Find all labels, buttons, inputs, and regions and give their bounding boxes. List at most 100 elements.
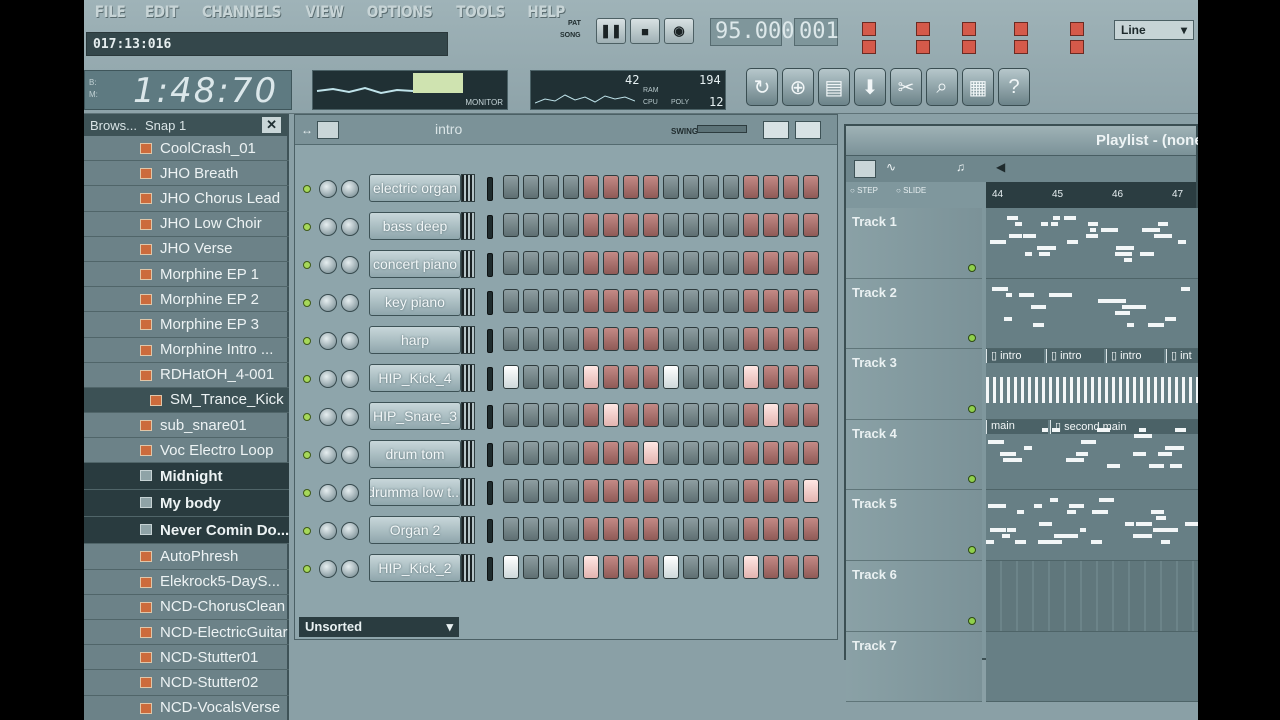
step-button[interactable] <box>763 213 779 237</box>
step-button[interactable] <box>683 213 699 237</box>
channel-mute-led[interactable] <box>303 337 311 345</box>
step-button[interactable] <box>663 441 679 465</box>
step-button[interactable] <box>663 289 679 313</box>
browser-folder[interactable]: My body <box>84 490 289 518</box>
step-button[interactable] <box>803 327 819 351</box>
menu-tools[interactable]: TOOLS <box>453 2 509 26</box>
step-button-on[interactable] <box>743 365 759 389</box>
step-button[interactable] <box>783 327 799 351</box>
step-button[interactable] <box>643 289 659 313</box>
step-button[interactable] <box>643 403 659 427</box>
channel-mute-led[interactable] <box>303 375 311 383</box>
browser-file[interactable]: AutoPhresh <box>84 544 289 570</box>
step-button[interactable] <box>543 175 559 199</box>
step-button[interactable] <box>543 251 559 275</box>
step-button[interactable] <box>783 479 799 503</box>
pattern-mode-button[interactable] <box>854 160 876 178</box>
pan-knob[interactable] <box>319 370 337 388</box>
step-button[interactable] <box>723 441 739 465</box>
pattern-clip[interactable]: ▯ intro <box>1046 349 1104 364</box>
channel-button[interactable]: drum tom <box>369 440 461 468</box>
step-button[interactable] <box>563 555 579 579</box>
step-button[interactable] <box>583 403 599 427</box>
graph-editor-toggle[interactable] <box>317 121 339 139</box>
step-button[interactable] <box>703 403 719 427</box>
step-button[interactable] <box>703 175 719 199</box>
browser-file[interactable]: Morphine EP 3 <box>84 312 289 338</box>
step-button-on[interactable] <box>503 555 519 579</box>
volume-knob[interactable] <box>341 446 359 464</box>
step-button[interactable] <box>583 289 599 313</box>
step-button[interactable] <box>723 555 739 579</box>
step-button[interactable] <box>803 175 819 199</box>
track-enable-led[interactable] <box>968 616 976 625</box>
undo-button[interactable]: ↻ <box>746 68 778 106</box>
arrow-left-icon[interactable]: ◀ <box>996 160 1005 174</box>
step-button[interactable] <box>783 517 799 541</box>
browser-file[interactable]: JHO Verse <box>84 237 289 262</box>
volume-knob[interactable] <box>341 256 359 274</box>
volume-knob[interactable] <box>341 484 359 502</box>
step-button[interactable] <box>643 327 659 351</box>
step-button[interactable] <box>763 479 779 503</box>
browser-file[interactable]: Morphine EP 2 <box>84 287 289 313</box>
browser-file[interactable]: CoolCrash_01 <box>84 136 289 162</box>
browser-file[interactable]: NCD-ElectricGuitar <box>84 620 289 646</box>
step-button[interactable] <box>603 365 619 389</box>
step-button[interactable] <box>543 517 559 541</box>
step-button[interactable] <box>623 175 639 199</box>
step-button[interactable] <box>763 251 779 275</box>
step-button[interactable] <box>663 517 679 541</box>
browser-file[interactable]: NCD-Stutter01 <box>84 645 289 671</box>
step-button[interactable] <box>583 517 599 541</box>
close-icon[interactable]: ✕ <box>262 117 281 133</box>
loop-record-toggle[interactable] <box>1014 40 1028 54</box>
resize-icon[interactable]: ↔ <box>301 123 313 137</box>
step-button[interactable] <box>603 251 619 275</box>
step-button[interactable] <box>683 441 699 465</box>
channel-select-indicator[interactable] <box>487 367 493 391</box>
pan-knob[interactable] <box>319 256 337 274</box>
track-lane[interactable]: ▯ intro ▯ intro ▯ intro ▯ int <box>986 349 1198 420</box>
swing-slider[interactable] <box>697 125 747 133</box>
channel-select-indicator[interactable] <box>487 329 493 353</box>
step-button[interactable] <box>743 213 759 237</box>
step-edit-toggle[interactable] <box>916 40 930 54</box>
blend-notes-toggle[interactable] <box>1014 22 1028 36</box>
step-button[interactable] <box>643 251 659 275</box>
step-button-on[interactable] <box>583 555 599 579</box>
pan-knob[interactable] <box>319 446 337 464</box>
step-button[interactable] <box>663 251 679 275</box>
channel-select-indicator[interactable] <box>487 405 493 429</box>
browser-title[interactable]: Brows... <box>90 118 137 133</box>
step-button[interactable] <box>663 175 679 199</box>
step-button[interactable] <box>723 175 739 199</box>
channel-button[interactable]: harp <box>369 326 461 354</box>
step-button[interactable] <box>743 441 759 465</box>
track-lane[interactable]: main ▯ second main <box>986 419 1198 491</box>
browser-file[interactable]: sub_snare01 <box>84 413 289 439</box>
browser-file[interactable]: Morphine EP 1 <box>84 262 289 288</box>
step-button[interactable] <box>643 365 659 389</box>
step-button-on[interactable] <box>803 479 819 503</box>
track-header[interactable]: Track 1 <box>846 208 982 279</box>
track-header[interactable]: Track 5 <box>846 490 982 561</box>
step-button[interactable] <box>803 251 819 275</box>
browser-snap[interactable]: Snap 1 <box>145 118 186 133</box>
browser-file[interactable]: RDHatOH_4-001 <box>84 363 289 388</box>
step-button[interactable] <box>543 479 559 503</box>
slide-option[interactable]: ○ SLIDE <box>896 186 926 195</box>
step-button[interactable] <box>643 175 659 199</box>
browser-file[interactable]: NCD-ChorusClean <box>84 595 289 620</box>
channel-mute-led[interactable] <box>303 527 311 535</box>
step-button[interactable] <box>783 441 799 465</box>
step-button[interactable] <box>723 365 739 389</box>
step-button[interactable] <box>563 517 579 541</box>
step-button-on[interactable] <box>663 365 679 389</box>
step-button[interactable] <box>583 327 599 351</box>
step-button[interactable] <box>583 479 599 503</box>
clipboard-button[interactable]: ▦ <box>962 68 994 106</box>
step-button[interactable] <box>543 403 559 427</box>
track-lane[interactable] <box>986 278 1198 350</box>
step-button[interactable] <box>803 555 819 579</box>
